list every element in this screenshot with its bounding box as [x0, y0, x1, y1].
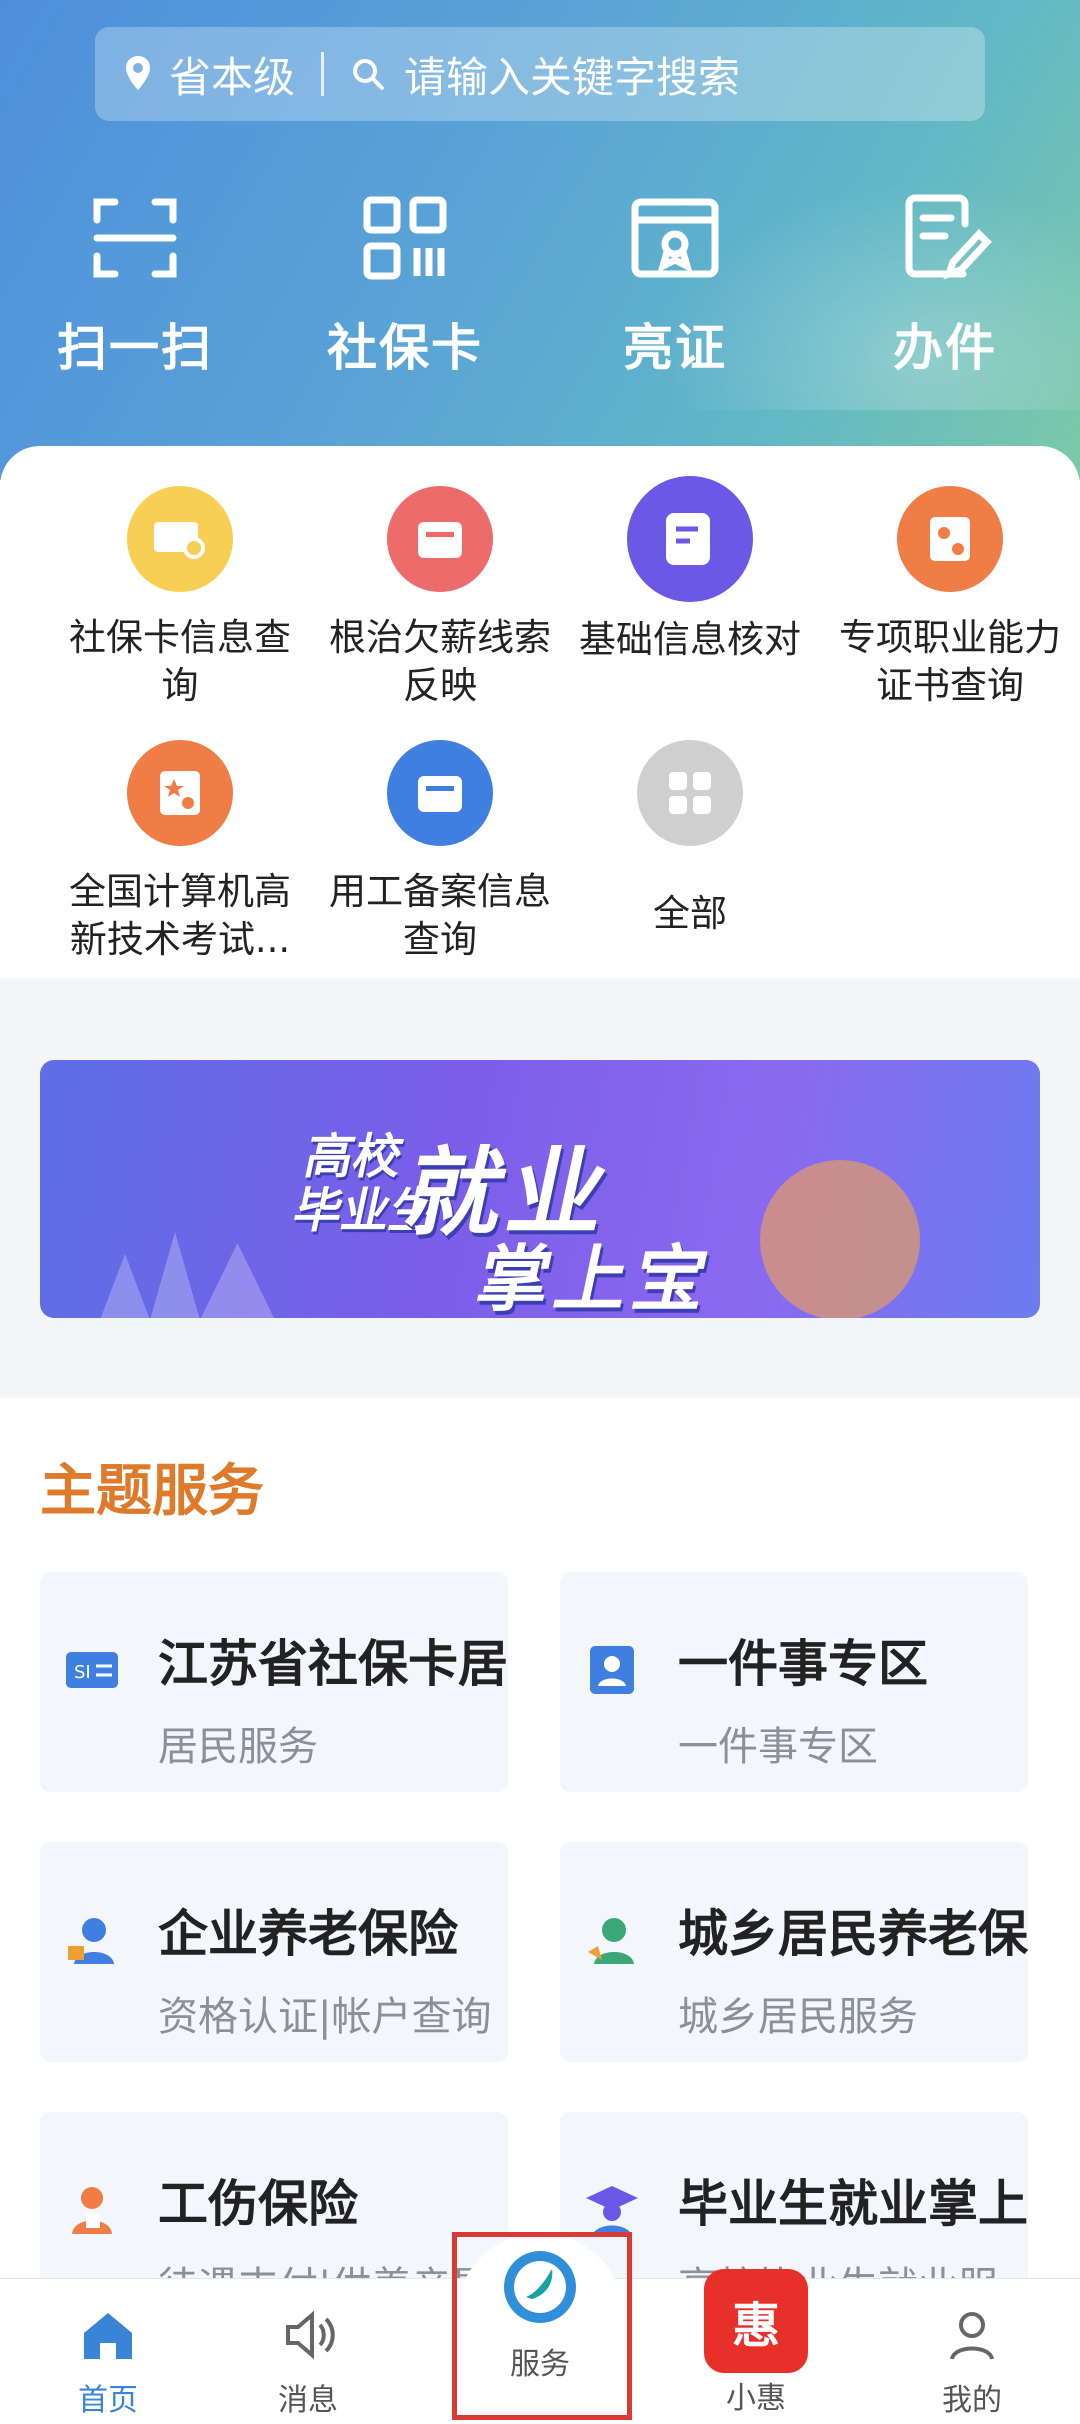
xiaohui-icon: 惠 — [704, 2269, 808, 2373]
tab-messages[interactable]: 消息 — [200, 2279, 416, 2424]
si-card-icon: SI — [66, 1652, 118, 1688]
section-title: 主题服务 — [40, 1459, 264, 1524]
search-input[interactable]: 请输入关键字搜索 — [350, 44, 740, 105]
card-title: 企业养老保险 — [158, 1905, 458, 1963]
person-book-icon — [590, 1646, 634, 1694]
service-label: 根治欠薪线索反映 — [329, 616, 551, 707]
graduate-icon — [586, 2186, 638, 2236]
edit-form-icon — [627, 476, 753, 602]
service-label: 基础信息核对 — [579, 618, 801, 661]
svg-text:SI: SI — [74, 1662, 91, 1683]
card-search-icon — [127, 486, 233, 592]
theme-card[interactable]: 城乡居民养老保 城乡居民服务 — [560, 1842, 1028, 2062]
document-edit-icon — [905, 194, 992, 280]
card-title: 毕业生就业掌上 — [678, 2175, 1028, 2233]
card-title: 一件事专区 — [678, 1635, 928, 1693]
card-title: 工伤保险 — [158, 2175, 358, 2233]
scan-label: 扫一扫 — [57, 319, 213, 377]
grid-icon — [637, 740, 743, 846]
person-icon — [950, 2312, 994, 2360]
card-subtitle: 居民服务 — [158, 1724, 318, 1770]
selection-highlight — [452, 2232, 632, 2420]
speaker-icon — [286, 2310, 335, 2360]
card-subtitle: 一件事专区 — [678, 1724, 878, 1770]
injured-worker-icon — [72, 2187, 112, 2234]
search-bar[interactable]: 省本级 请输入关键字搜索 — [95, 27, 985, 121]
service-label: 用工备案信息查询 — [329, 870, 551, 961]
service-item-all[interactable]: 全部 — [560, 740, 820, 938]
tab-profile[interactable]: 我的 — [864, 2279, 1080, 2424]
sun-decoration — [760, 1160, 920, 1318]
service-item[interactable]: 基础信息核对 — [560, 476, 820, 664]
scan-icon — [93, 198, 177, 278]
service-item[interactable]: 专项职业能力证书查询 — [820, 486, 1080, 710]
scan-button[interactable]: 扫一扫 — [0, 190, 270, 380]
service-item[interactable]: 全国计算机高新技术考试... — [50, 740, 310, 964]
qr-code-icon — [363, 196, 447, 280]
service-label: 全部 — [653, 892, 727, 935]
social-card-label: 社保卡 — [327, 319, 483, 377]
service-label: 专项职业能力证书查询 — [839, 616, 1061, 707]
tab-xiaohui[interactable]: 惠 小惠 — [648, 2269, 864, 2424]
license-icon — [631, 198, 719, 278]
theme-card[interactable]: 一件事专区 一件事专区 — [560, 1572, 1028, 1792]
card-title: 江苏省社保卡居 — [158, 1635, 508, 1693]
banner-text-bottom: 掌上宝 — [469, 1237, 722, 1318]
show-license-button[interactable]: 亮证 — [540, 190, 810, 380]
worker-icon — [68, 1918, 114, 1964]
divider — [321, 52, 325, 96]
location-label: 省本级 — [169, 52, 296, 102]
quick-actions: 扫一扫 社保卡 亮证 办件 — [0, 190, 1080, 380]
theme-card[interactable]: SI 江苏省社保卡居 居民服务 — [40, 1572, 508, 1792]
show-license-label: 亮证 — [623, 319, 727, 377]
applications-button[interactable]: 办件 — [810, 190, 1080, 380]
service-label: 全国计算机高新技术考试... — [69, 870, 291, 961]
inbox-icon — [387, 486, 493, 592]
farmer-icon — [588, 1918, 634, 1964]
card-title: 城乡居民养老保 — [678, 1905, 1028, 1963]
tab-label: 我的 — [942, 2383, 1002, 2418]
applications-label: 办件 — [893, 319, 997, 377]
social-card-button[interactable]: 社保卡 — [270, 190, 540, 380]
graduate-employment-banner[interactable]: 高校 毕业生 就业 掌上宝 — [40, 1060, 1040, 1318]
location-pin-icon — [126, 56, 150, 90]
search-icon — [353, 59, 385, 90]
card-subtitle: 资格认证|帐户查询 — [158, 1994, 492, 2040]
service-item[interactable]: 用工备案信息查询 — [310, 740, 570, 964]
tab-label: 消息 — [278, 2383, 338, 2418]
service-item[interactable]: 根治欠薪线索反映 — [310, 486, 570, 710]
tab-home[interactable]: 首页 — [0, 2279, 216, 2424]
certificate-star-icon — [127, 740, 233, 846]
certificate-icon — [897, 486, 1003, 592]
search-placeholder: 请输入关键字搜索 — [404, 52, 741, 102]
service-label: 社保卡信息查询 — [69, 616, 291, 707]
card-subtitle: 城乡居民服务 — [678, 1994, 918, 2040]
location-selector[interactable]: 省本级 — [123, 44, 295, 105]
tab-label: 小惠 — [726, 2381, 786, 2416]
theme-card[interactable]: 企业养老保险 资格认证|帐户查询 — [40, 1842, 508, 2062]
service-item[interactable]: 社保卡信息查询 — [50, 486, 310, 710]
tab-label: 首页 — [78, 2383, 138, 2418]
inbox-icon — [387, 740, 493, 846]
home-icon — [84, 2313, 132, 2359]
